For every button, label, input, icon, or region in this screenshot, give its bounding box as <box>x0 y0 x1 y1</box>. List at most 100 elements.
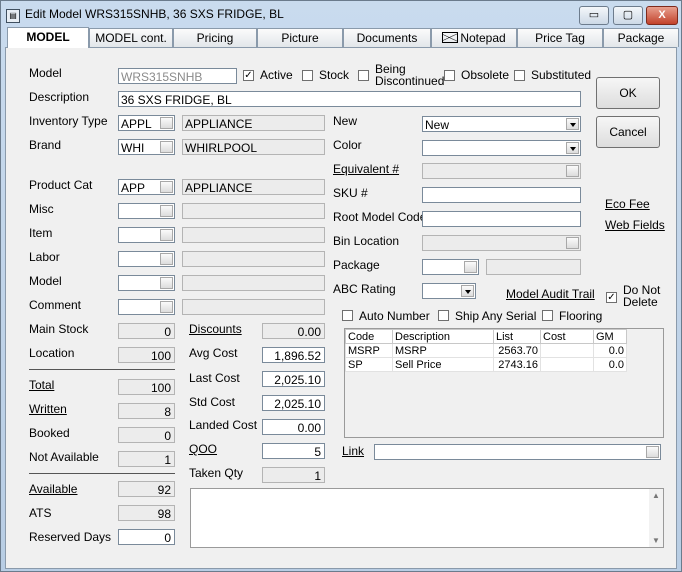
std-cost-field[interactable]: 2,025.10 <box>262 395 325 411</box>
comment-lookup-button[interactable] <box>160 301 173 313</box>
ship-any-serial-checkbox[interactable] <box>438 310 449 321</box>
abc-rating-select[interactable] <box>422 283 476 299</box>
inventory-type-lookup-button[interactable] <box>160 117 173 129</box>
scroll-down-icon[interactable]: ▼ <box>649 536 663 545</box>
labor-label: Labor <box>29 250 60 264</box>
tab-package[interactable]: Package <box>603 28 679 47</box>
stock-checkbox[interactable] <box>302 70 313 81</box>
tab-notepad[interactable]: Notepad <box>431 28 517 47</box>
package-code-field[interactable] <box>422 259 479 275</box>
comment-name <box>182 299 325 315</box>
obsolete-checkbox[interactable] <box>444 70 455 81</box>
equivalent-lookup-button[interactable] <box>566 165 579 177</box>
reserved-days-field[interactable]: 0 <box>118 529 175 545</box>
link-link[interactable]: Link <box>342 444 364 458</box>
bin-location-lookup-button[interactable] <box>566 237 579 249</box>
qoo-link[interactable]: QOO <box>189 442 217 456</box>
comment-code-field[interactable] <box>118 299 175 315</box>
close-button[interactable]: X <box>646 6 678 25</box>
scroll-up-icon[interactable]: ▲ <box>649 491 663 500</box>
last-cost-field[interactable]: 2,025.10 <box>262 371 325 387</box>
ok-button[interactable]: OK <box>596 77 660 109</box>
being-discontinued-checkbox[interactable] <box>358 70 369 81</box>
abc-rating-dropdown-icon[interactable] <box>461 285 474 297</box>
abc-rating-label: ABC Rating <box>333 282 396 296</box>
item-label: Item <box>29 226 53 240</box>
inventory-type-name: APPLIANCE <box>182 115 325 131</box>
web-fields-link[interactable]: Web Fields <box>605 218 665 232</box>
discounts-link[interactable]: Discounts <box>189 322 242 336</box>
column-header-code[interactable]: Code <box>345 329 393 344</box>
being-discontinued-label: Being Discontinued <box>375 62 445 88</box>
product-cat-lookup-button[interactable] <box>160 181 173 193</box>
column-header-list[interactable]: List <box>493 329 541 344</box>
tab-pricing[interactable]: Pricing <box>173 28 257 47</box>
labor-name <box>182 251 325 267</box>
qoo-field[interactable]: 5 <box>262 443 325 459</box>
substituted-checkbox[interactable] <box>514 70 525 81</box>
landed-cost-field[interactable]: 0.00 <box>262 419 325 435</box>
main-stock-value: 0 <box>118 323 175 339</box>
brand-code-field[interactable]: WHI <box>118 139 175 155</box>
auto-number-checkbox[interactable] <box>342 310 353 321</box>
package-lookup-button[interactable] <box>464 261 477 273</box>
tab-picture[interactable]: Picture <box>257 28 343 47</box>
tab-model[interactable]: MODEL <box>7 27 89 48</box>
flooring-checkbox[interactable] <box>542 310 553 321</box>
do-not-delete-checkbox[interactable]: ✓ <box>606 292 617 303</box>
price-row[interactable]: MSRP MSRP 2563.70 0.0 <box>345 343 627 358</box>
app-icon: ▤ <box>6 9 20 23</box>
sku-field[interactable] <box>422 187 581 203</box>
eco-fee-link[interactable]: Eco Fee <box>605 197 650 211</box>
available-link[interactable]: Available <box>29 482 77 496</box>
tab-model-cont[interactable]: MODEL cont. <box>89 28 173 47</box>
price-row[interactable]: SP Sell Price 2743.16 0.0 <box>345 357 627 372</box>
item-lookup-button[interactable] <box>160 229 173 241</box>
model-label: Model <box>29 66 62 80</box>
total-link[interactable]: Total <box>29 378 54 392</box>
last-cost-label: Last Cost <box>189 371 240 385</box>
brand-lookup-button[interactable] <box>160 141 173 153</box>
equivalent-link[interactable]: Equivalent # <box>333 162 399 176</box>
tab-price-tag[interactable]: Price Tag <box>517 28 603 47</box>
written-link[interactable]: Written <box>29 402 67 416</box>
column-header-gm[interactable]: GM <box>593 329 627 344</box>
model-audit-trail-link[interactable]: Model Audit Trail <box>506 287 595 301</box>
model-field[interactable]: WRS315SNHB <box>118 68 237 84</box>
active-label: Active <box>260 68 293 82</box>
product-cat-code-field[interactable]: APP <box>118 179 175 195</box>
column-header-cost[interactable]: Cost <box>540 329 594 344</box>
avg-cost-field[interactable]: 1,896.52 <box>262 347 325 363</box>
price-cost <box>540 357 594 372</box>
misc-code-field[interactable] <box>118 203 175 219</box>
price-list: 2563.70 <box>493 343 541 358</box>
link-field[interactable] <box>374 444 661 460</box>
inventory-type-label: Inventory Type <box>29 114 108 128</box>
maximize-button[interactable]: ▢ <box>613 6 643 25</box>
labor-code-field[interactable] <box>118 251 175 267</box>
notes-textarea[interactable]: ▲ ▼ <box>190 488 664 548</box>
minimize-button[interactable]: ▭ <box>579 6 609 25</box>
inventory-type-code-field[interactable]: APPL <box>118 115 175 131</box>
cancel-button[interactable]: Cancel <box>596 116 660 148</box>
link-lookup-button[interactable] <box>646 446 659 458</box>
description-field[interactable]: 36 SXS FRIDGE, BL <box>118 91 581 107</box>
root-model-field[interactable] <box>422 211 581 227</box>
notes-scrollbar[interactable]: ▲ ▼ <box>649 489 663 547</box>
misc-lookup-button[interactable] <box>160 205 173 217</box>
new-select[interactable]: New <box>422 116 581 132</box>
color-dropdown-icon[interactable] <box>566 142 579 154</box>
sub-model-code-field[interactable] <box>118 275 175 291</box>
tab-documents[interactable]: Documents <box>343 28 431 47</box>
sub-model-lookup-button[interactable] <box>160 277 173 289</box>
active-checkbox[interactable]: ✓ <box>243 70 254 81</box>
new-dropdown-icon[interactable] <box>566 118 579 130</box>
price-grid[interactable]: Code Description List Cost GM MSRP MSRP … <box>344 328 664 438</box>
item-code-field[interactable] <box>118 227 175 243</box>
sub-model-name <box>182 275 325 291</box>
labor-lookup-button[interactable] <box>160 253 173 265</box>
column-header-description[interactable]: Description <box>392 329 494 344</box>
root-model-label: Root Model Code <box>333 210 427 224</box>
color-select[interactable] <box>422 140 581 156</box>
flooring-label: Flooring <box>559 309 603 323</box>
